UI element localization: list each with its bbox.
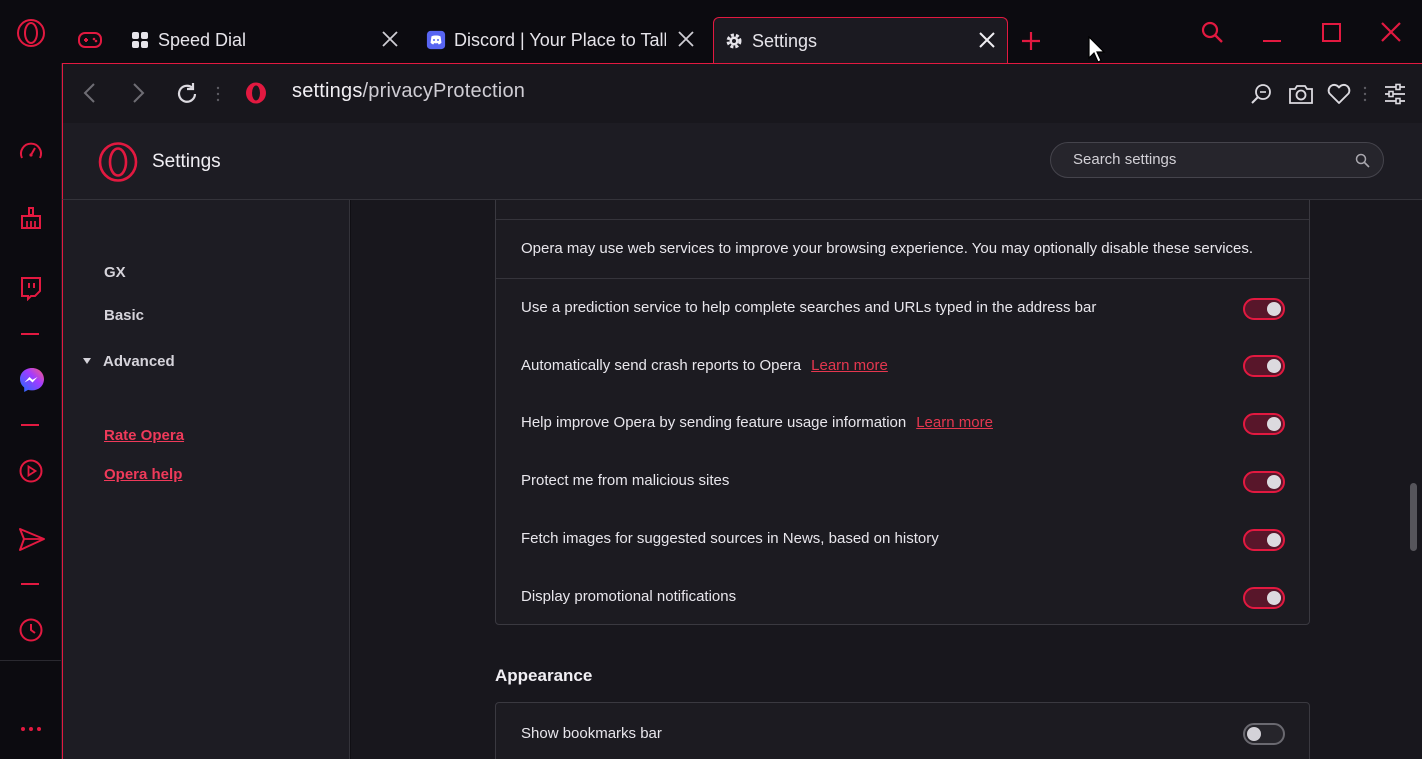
close-tab-icon[interactable] bbox=[380, 29, 400, 49]
tab-label: Discord | Your Place to Talk bbox=[454, 29, 666, 50]
news-images-toggle[interactable] bbox=[1243, 529, 1285, 551]
settings-content: Opera may use web services to improve yo… bbox=[351, 200, 1422, 759]
sidebar-divider bbox=[21, 583, 39, 585]
player-play-icon[interactable] bbox=[18, 458, 44, 484]
bookmarks-bar-toggle[interactable] bbox=[1243, 723, 1285, 745]
history-clock-icon[interactable] bbox=[18, 617, 44, 643]
setting-row-promotional-notifications: Display promotional notifications bbox=[496, 569, 1309, 625]
nav-item-gx[interactable]: GX bbox=[104, 264, 126, 281]
snapshot-camera-icon[interactable] bbox=[1288, 82, 1314, 106]
promotional-notifications-toggle[interactable] bbox=[1243, 587, 1285, 609]
sidebar-divider bbox=[21, 424, 39, 426]
nav-item-advanced[interactable]: Advanced bbox=[103, 353, 175, 370]
toggle-knob bbox=[1267, 475, 1281, 489]
divider bbox=[496, 219, 1309, 220]
setting-label: Fetch images for suggested sources in Ne… bbox=[521, 530, 939, 547]
toggle-knob bbox=[1267, 417, 1281, 431]
twitch-icon[interactable] bbox=[18, 275, 44, 301]
malicious-sites-toggle[interactable] bbox=[1243, 471, 1285, 493]
opera-page-icon bbox=[244, 81, 268, 105]
close-window-icon[interactable] bbox=[1380, 21, 1402, 43]
privacy-card: Opera may use web services to improve yo… bbox=[495, 200, 1310, 625]
speed-dial-grid-icon bbox=[130, 30, 150, 50]
settings-search-box[interactable] bbox=[1050, 142, 1384, 178]
sidebar-divider bbox=[0, 660, 61, 661]
rate-opera-link[interactable]: Rate Opera bbox=[104, 427, 184, 444]
reload-icon[interactable] bbox=[175, 82, 199, 106]
tab-speed-dial[interactable]: Speed Dial bbox=[122, 17, 412, 63]
setting-label: Help improve Opera by sending feature us… bbox=[521, 414, 907, 431]
tab-discord[interactable]: Discord | Your Place to Talk bbox=[418, 17, 708, 63]
setting-label: Show bookmarks bar bbox=[521, 725, 662, 742]
new-tab-plus-icon[interactable] bbox=[1020, 30, 1042, 52]
minimize-icon[interactable] bbox=[1261, 31, 1283, 45]
sidebar-divider bbox=[21, 333, 39, 335]
address-field[interactable]: settings/privacyProtection bbox=[292, 80, 525, 103]
settings-nav: GX Basic Advanced Rate Opera Opera help bbox=[62, 200, 350, 759]
more-dots-icon[interactable] bbox=[18, 716, 44, 742]
setting-row-bookmarks-bar: Show bookmarks bar bbox=[496, 703, 1309, 759]
toggle-knob bbox=[1247, 727, 1261, 741]
setting-label: Automatically send crash reports to Oper… bbox=[521, 357, 802, 374]
close-tab-icon[interactable] bbox=[977, 30, 997, 50]
setting-label: Display promotional notifications bbox=[521, 588, 737, 605]
easy-setup-sliders-icon[interactable] bbox=[1383, 82, 1407, 106]
setting-row-prediction: Use a prediction service to help complet… bbox=[496, 279, 1309, 337]
opera-gx-logo-icon[interactable] bbox=[15, 17, 47, 49]
address-bar-row: settings/privacyProtection bbox=[62, 63, 1422, 123]
search-icon[interactable] bbox=[1355, 153, 1370, 168]
setting-label: Protect me from malicious sites bbox=[521, 472, 730, 489]
settings-header: Settings bbox=[62, 123, 1422, 200]
tab-search-icon[interactable] bbox=[1200, 20, 1224, 44]
page-search-icon[interactable] bbox=[1249, 82, 1273, 106]
discord-icon bbox=[426, 30, 446, 50]
tab-label: Speed Dial bbox=[158, 29, 247, 50]
setting-row-news-images: Fetch images for suggested sources in Ne… bbox=[496, 511, 1309, 569]
setting-row-crash-reports: Automatically send crash reports to Oper… bbox=[496, 337, 1309, 395]
setting-row-feature-usage: Help improve Opera by sending feature us… bbox=[496, 395, 1309, 453]
opera-help-link[interactable]: Opera help bbox=[104, 466, 182, 483]
crash-reports-toggle[interactable] bbox=[1243, 355, 1285, 377]
nav-item-basic[interactable]: Basic bbox=[104, 307, 144, 324]
separator-dots-icon bbox=[216, 84, 220, 104]
toggle-knob bbox=[1267, 359, 1281, 373]
forward-icon[interactable] bbox=[128, 82, 148, 104]
gear-icon bbox=[724, 31, 744, 51]
toggle-knob bbox=[1267, 591, 1281, 605]
tab-label: Settings bbox=[752, 30, 818, 51]
separator-dots-icon bbox=[1363, 84, 1367, 104]
setting-label: Use a prediction service to help complet… bbox=[521, 299, 1097, 316]
toggle-knob bbox=[1267, 302, 1281, 316]
tab-strip: Speed Dial Discord | Your Place to Talk … bbox=[0, 0, 1422, 64]
browser-sidebar bbox=[0, 63, 62, 759]
close-tab-icon[interactable] bbox=[676, 29, 696, 49]
messenger-icon[interactable] bbox=[18, 366, 44, 392]
tab-settings[interactable]: Settings bbox=[713, 17, 1008, 64]
back-icon[interactable] bbox=[81, 82, 101, 104]
learn-more-link[interactable]: Learn more bbox=[811, 357, 888, 374]
speedometer-icon[interactable] bbox=[18, 140, 44, 166]
opera-logo-icon bbox=[98, 142, 138, 182]
learn-more-link[interactable]: Learn more bbox=[916, 414, 993, 431]
url-path: /privacyProtection bbox=[362, 80, 526, 102]
gx-control-icon[interactable] bbox=[77, 29, 103, 51]
privacy-intro-text: Opera may use web services to improve yo… bbox=[521, 240, 1254, 257]
prediction-service-toggle[interactable] bbox=[1243, 298, 1285, 320]
gx-cleaner-broom-icon[interactable] bbox=[18, 206, 44, 232]
feature-usage-toggle[interactable] bbox=[1243, 413, 1285, 435]
scrollbar-thumb[interactable] bbox=[1410, 483, 1417, 551]
toggle-knob bbox=[1267, 533, 1281, 547]
appearance-card: Show bookmarks bar bbox=[495, 702, 1310, 759]
send-arrow-icon[interactable] bbox=[18, 526, 45, 552]
caret-down-icon[interactable] bbox=[82, 357, 92, 365]
setting-row-malicious-sites: Protect me from malicious sites bbox=[496, 453, 1309, 511]
maximize-icon[interactable] bbox=[1321, 22, 1343, 44]
search-input[interactable] bbox=[1071, 150, 1345, 169]
page-title: Settings bbox=[152, 151, 221, 172]
heart-bookmark-icon[interactable] bbox=[1326, 82, 1352, 106]
mouse-cursor-icon bbox=[1087, 36, 1107, 64]
section-title-appearance: Appearance bbox=[495, 666, 593, 685]
url-host: settings bbox=[292, 80, 363, 102]
